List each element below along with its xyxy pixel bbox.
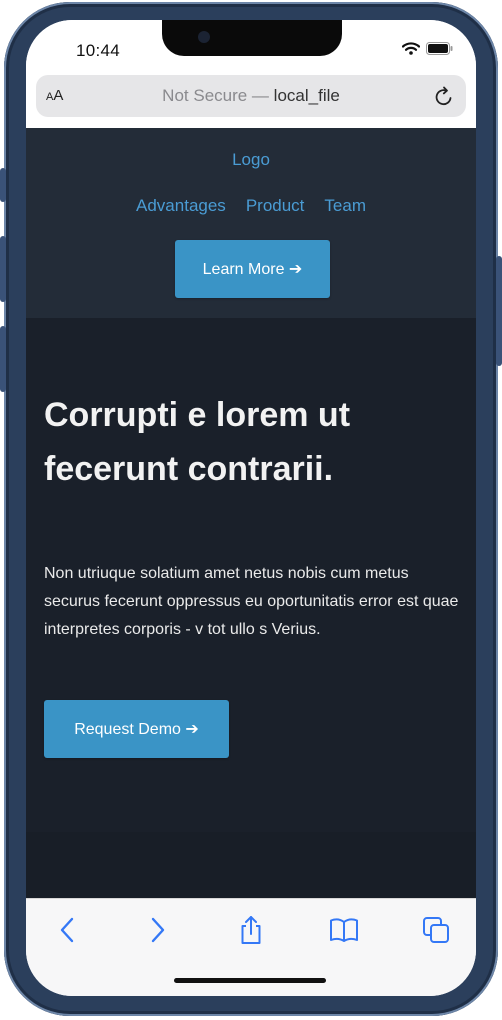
back-icon[interactable] (50, 913, 84, 947)
power-button (496, 256, 502, 366)
site-logo-link[interactable]: Logo (26, 150, 476, 170)
front-camera (198, 31, 210, 43)
url-text[interactable]: Not Secure — local_file (36, 86, 466, 106)
web-page: Logo Advantages Product Team Learn More … (26, 128, 476, 898)
wifi-icon (401, 42, 421, 60)
nav-link-team[interactable]: Team (324, 196, 366, 216)
reload-icon[interactable] (434, 85, 454, 112)
status-time: 10:44 (76, 41, 121, 60)
battery-icon (426, 42, 454, 60)
learn-more-button[interactable]: Learn More ➔ (175, 240, 330, 298)
tabs-icon[interactable] (419, 913, 453, 947)
site-header: Logo Advantages Product Team Learn More … (26, 128, 476, 318)
volume-down-button (0, 326, 6, 392)
bookmarks-icon[interactable] (327, 913, 361, 947)
url-host: local_file (273, 86, 340, 105)
phone-screen: 10:44 AA Not Secure — local_file Logo Ad… (26, 20, 476, 996)
page-footer-band (26, 832, 476, 898)
notch (162, 20, 342, 56)
home-indicator[interactable] (174, 978, 326, 983)
hero-text: Non utriuque solatium amet netus nobis c… (44, 565, 459, 638)
request-demo-button[interactable]: Request Demo ➔ (44, 700, 229, 758)
share-icon[interactable] (234, 913, 268, 947)
site-nav: Advantages Product Team (26, 196, 476, 216)
volume-up-button (0, 236, 6, 302)
nav-link-product[interactable]: Product (246, 196, 305, 216)
status-icons (401, 42, 454, 60)
security-label: Not Secure — (162, 86, 274, 105)
address-bar[interactable]: AA Not Secure — local_file (36, 75, 466, 117)
hero-title: Corrupti e lorem ut fecerunt contrarii. (44, 396, 351, 488)
nav-link-advantages[interactable]: Advantages (136, 196, 226, 216)
silent-switch (0, 168, 6, 202)
forward-icon[interactable] (141, 913, 175, 947)
